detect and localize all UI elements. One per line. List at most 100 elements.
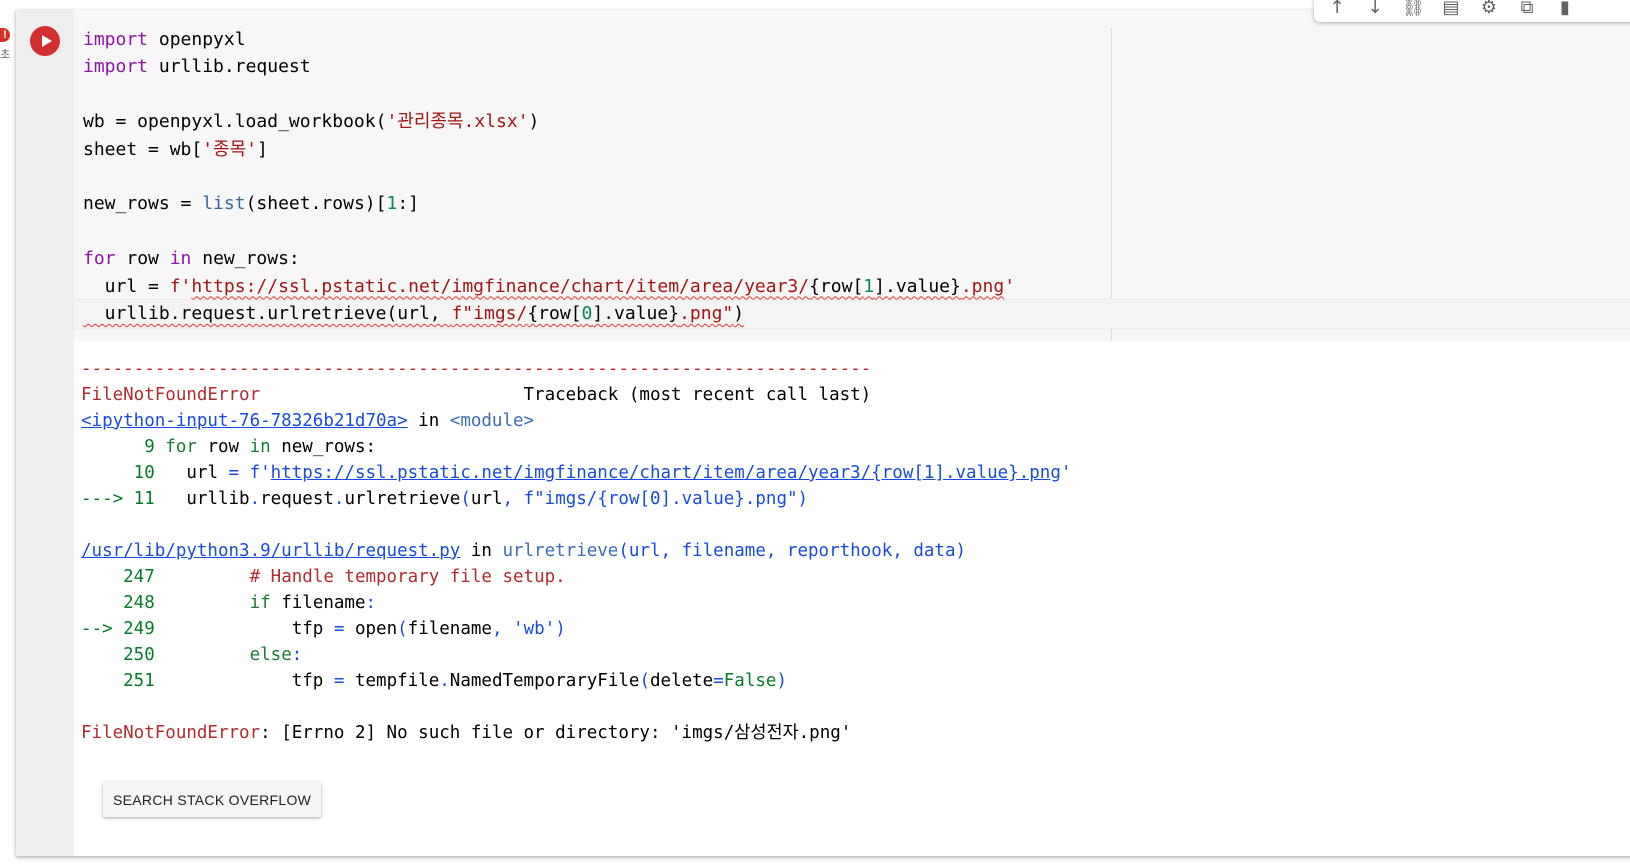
file-link[interactable]: /usr/lib/python3.9/urllib/request.py <box>81 541 460 561</box>
notebook-page: ! 초 import openpyxl import urllib.request… <box>0 0 1630 866</box>
code-line: import openpyxl <box>83 26 1015 53</box>
code-token: urllib.request <box>148 56 311 78</box>
move-up-icon[interactable]: ↑ <box>1326 0 1348 18</box>
code-token: = <box>333 619 345 639</box>
code-text[interactable]: import openpyxlimport urllib.request​wb … <box>83 26 1015 327</box>
code-token: 10 <box>81 463 166 483</box>
code-token: urlretrieve <box>502 541 619 561</box>
code-token: ---> 11 <box>81 489 155 509</box>
code-token: url <box>470 489 503 509</box>
comment-icon[interactable]: ▤ <box>1440 0 1462 18</box>
code-line: sheet = wb['종목'] <box>83 136 1015 163</box>
traceback-line: ---> 11 urllib.request.urlretrieve(url, … <box>81 486 1071 512</box>
code-token: wb = openpyxl.load_workbook( <box>83 111 387 133</box>
code-token: = <box>228 463 240 483</box>
traceback-line: /usr/lib/python3.9/urllib/request.py in … <box>81 538 1071 564</box>
code-token: False <box>723 671 777 691</box>
code-token: 1 <box>386 193 398 215</box>
code-token: # Handle temporary file setup. <box>249 567 566 587</box>
link-icon[interactable]: ⛓ <box>1402 0 1425 18</box>
code-token: ] <box>257 138 268 160</box>
traceback-line: 251 tfp = tempfile.NamedTemporaryFile(de… <box>81 668 1071 694</box>
code-token: tempfile <box>344 671 440 691</box>
code-token: ( <box>397 619 408 639</box>
run-cell-button[interactable] <box>30 26 60 56</box>
code-token: ----------------------------------------… <box>81 359 872 379</box>
code-cell[interactable]: import openpyxlimport urllib.request​wb … <box>16 10 1630 856</box>
code-token: NamedTemporaryFile <box>449 671 640 691</box>
code-token: : [Errno 2] No such file or directory: '… <box>260 723 852 743</box>
code-token: ' <box>1060 463 1072 483</box>
code-token: Traceback (most recent call last) <box>260 385 872 405</box>
traceback-line: ​ <box>81 512 1071 538</box>
code-token: 1 <box>863 275 875 297</box>
code-token: 0 <box>581 303 593 325</box>
code-token: sheet = wb[ <box>83 138 203 160</box>
code-token: . <box>333 489 345 509</box>
traceback-line: 250 else: <box>81 642 1071 668</box>
code-token: 251 <box>81 671 166 691</box>
traceback-line: --> 249 tfp = open(filename, 'wb') <box>81 616 1071 642</box>
code-token: ' <box>1004 275 1016 297</box>
code-token: ) <box>776 671 787 691</box>
search-stack-overflow-button[interactable]: SEARCH STACK OVERFLOW <box>103 782 322 817</box>
code-token: ].value} <box>874 275 961 297</box>
code-line: ​ <box>83 163 1015 190</box>
code-token: new_rows: <box>191 248 300 270</box>
code-token: (url, filename, reporthook, data) <box>618 541 967 561</box>
code-token: ( <box>639 671 650 691</box>
traceback-line: <ipython-input-76-78326b21d70a> in <modu… <box>81 408 1071 434</box>
file-link[interactable]: https://ssl.pstatic.net/imgfinance/chart… <box>271 463 1061 483</box>
code-token: row <box>115 248 170 270</box>
code-line: url = f'https://ssl.pstatic.net/imgfinan… <box>83 273 1015 300</box>
code-token: .png" <box>679 303 734 325</box>
code-token: in <box>249 437 271 457</box>
code-token: urlretrieve <box>344 489 461 509</box>
error-status-icon: ! <box>0 28 10 42</box>
traceback-line: 10 url = f'https://ssl.pstatic.net/imgfi… <box>81 460 1072 486</box>
code-token: filename <box>270 593 366 613</box>
file-link[interactable]: <ipython-input-76-78326b21d70a> <box>81 411 408 431</box>
code-token: = <box>713 671 724 691</box>
code-token: urllib.request.urlretrieve(url, <box>83 303 452 325</box>
cell-gutter <box>16 10 74 856</box>
code-token: f' <box>239 463 271 483</box>
code-token: <module> <box>449 411 535 431</box>
code-token: https://ssl.pstatic.net/imgfinance/chart… <box>191 275 810 297</box>
code-token: 248 <box>81 593 166 613</box>
code-token: . <box>439 671 450 691</box>
code-token: '관리종목.xlsx' <box>386 111 529 133</box>
mirror-cell-icon[interactable]: ⧉ <box>1516 0 1538 18</box>
code-token: ) <box>555 619 566 639</box>
code-token: f' <box>169 275 192 297</box>
traceback-line: 248 if filename: <box>81 590 1071 616</box>
code-token: :] <box>397 193 419 215</box>
code-token: for <box>165 437 197 457</box>
code-token: in <box>169 248 192 270</box>
traceback-line: 9 for row in new_rows: <box>81 434 1071 460</box>
code-token: open <box>344 619 398 639</box>
code-token: delete <box>650 671 714 691</box>
code-token: urllib <box>154 489 250 509</box>
code-token: = <box>333 671 345 691</box>
code-token: openpyxl <box>148 29 246 50</box>
code-token: , <box>491 619 514 639</box>
code-token: row <box>196 437 250 457</box>
code-token: 9 <box>81 437 166 457</box>
gear-icon[interactable]: ⚙ <box>1478 0 1500 18</box>
traceback-line: FileNotFoundError: [Errno 2] No such fil… <box>81 720 1071 746</box>
code-token: tfp <box>165 619 334 639</box>
editor-ruler <box>1111 28 1112 341</box>
code-line: new_rows = list(sheet.rows)[1:] <box>83 190 1015 217</box>
code-token: f"imgs/ <box>451 303 528 325</box>
code-token: new_rows = <box>83 193 203 215</box>
code-token: : <box>365 593 377 613</box>
code-token: url = <box>83 275 170 297</box>
code-line: ​ <box>83 218 1015 245</box>
code-token: : <box>291 645 303 665</box>
cell-toolbar: ↑ ↓ ⛓ ▤ ⚙ ⧉ ▮ <box>1314 0 1630 22</box>
move-down-icon[interactable]: ↓ <box>1364 0 1386 18</box>
delete-icon[interactable]: ▮ <box>1554 0 1576 18</box>
